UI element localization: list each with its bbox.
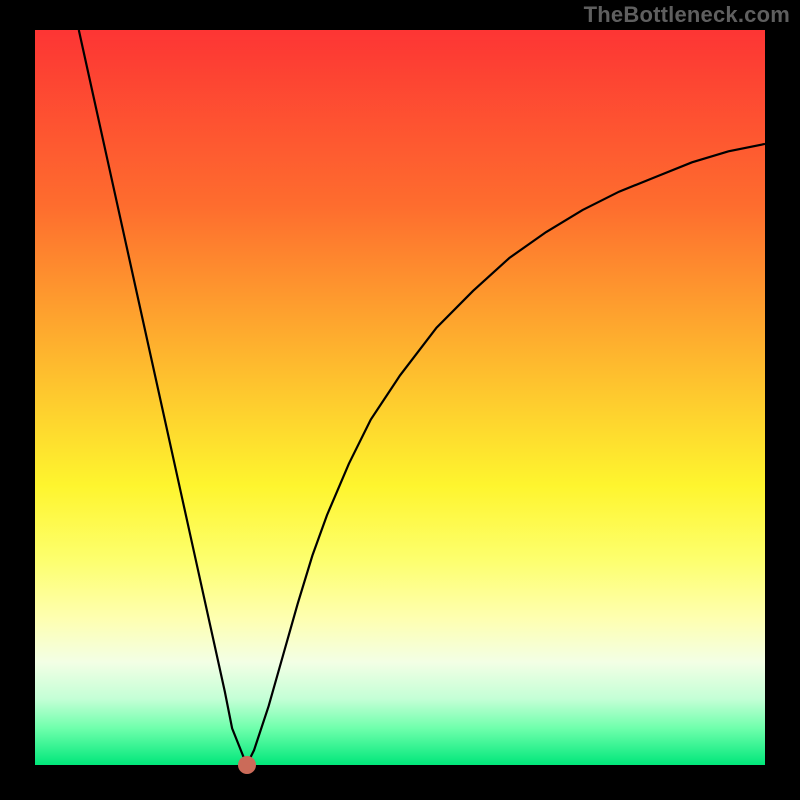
bottleneck-curve — [79, 30, 765, 765]
optimal-point-marker — [238, 756, 256, 774]
plot-area — [35, 30, 765, 765]
curve-svg — [35, 30, 765, 765]
chart-frame: TheBottleneck.com — [0, 0, 800, 800]
attribution-label: TheBottleneck.com — [584, 2, 790, 28]
